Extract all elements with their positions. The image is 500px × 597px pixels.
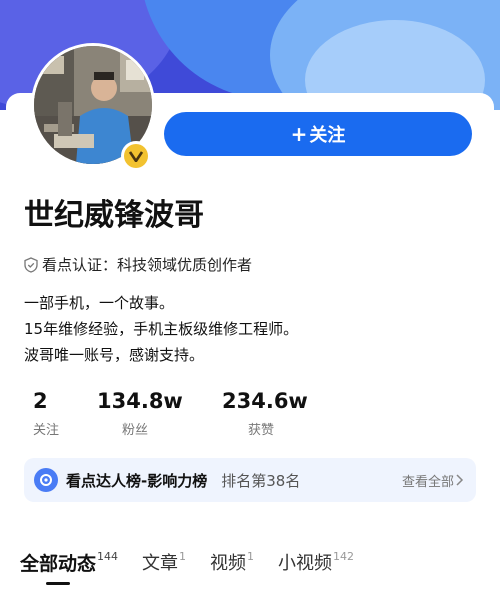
tab-count: 1 <box>247 550 255 563</box>
view-all-link[interactable]: 查看全部 <box>402 471 464 490</box>
tab-bar: 全部动态 144 文章 1 视频 1 小视频 142 <box>20 549 378 585</box>
tab-articles[interactable]: 文章 1 <box>142 549 186 575</box>
bio-line: 15年维修经验，手机主板级维修工程师。 <box>24 320 299 338</box>
shield-check-icon <box>24 256 38 273</box>
tab-label: 视频 <box>210 553 247 574</box>
follow-button-label: 关注 <box>309 125 346 146</box>
stat-following[interactable]: 2 关注 <box>33 389 59 438</box>
profile-bio: 一部手机，一个故事。 15年维修经验，手机主板级维修工程师。 波哥唯一账号，感谢… <box>24 290 298 368</box>
verified-v-icon <box>124 144 148 168</box>
ranking-title: 看点达人榜-影响力榜 <box>66 471 208 490</box>
ranking-position: 排名第38名 <box>221 471 301 490</box>
ranking-icon <box>34 468 58 492</box>
certification: 看点认证：科技领域优质创作者 <box>24 254 252 275</box>
stat-value: 2 <box>33 389 48 413</box>
tab-all[interactable]: 全部动态 144 <box>20 549 119 585</box>
bio-line: 一部手机，一个故事。 <box>24 294 175 312</box>
verified-badge <box>121 141 151 171</box>
stat-likes[interactable]: 234.6w 获赞 <box>222 389 308 438</box>
stat-label: 关注 <box>33 423 60 438</box>
active-tab-indicator <box>46 582 70 585</box>
tab-label: 全部动态 <box>20 553 97 575</box>
tab-label: 小视频 <box>278 553 333 574</box>
chevron-right-icon <box>456 474 464 486</box>
tab-count: 144 <box>97 550 119 563</box>
stat-label: 获赞 <box>248 423 275 438</box>
tab-label: 文章 <box>142 553 179 574</box>
certification-text: 看点认证：科技领域优质创作者 <box>42 256 253 274</box>
stat-value: 134.8w <box>97 389 183 413</box>
stat-value: 234.6w <box>222 389 308 413</box>
bio-line: 波哥唯一账号，感谢支持。 <box>24 346 205 364</box>
tab-count: 1 <box>179 550 187 563</box>
tab-videos[interactable]: 视频 1 <box>210 549 254 575</box>
tab-short-videos[interactable]: 小视频 142 <box>278 549 354 575</box>
ranking-banner[interactable]: 看点达人榜-影响力榜 排名第38名 查看全部 <box>24 458 476 502</box>
stat-fans[interactable]: 134.8w 粉丝 <box>97 389 183 438</box>
view-all-label: 查看全部 <box>401 474 454 490</box>
tab-count: 142 <box>333 550 355 563</box>
follow-button[interactable]: + 关注 <box>164 112 472 156</box>
profile-name: 世纪威锋波哥 <box>24 198 204 233</box>
plus-icon: + <box>290 122 308 146</box>
stat-label: 粉丝 <box>122 423 149 438</box>
